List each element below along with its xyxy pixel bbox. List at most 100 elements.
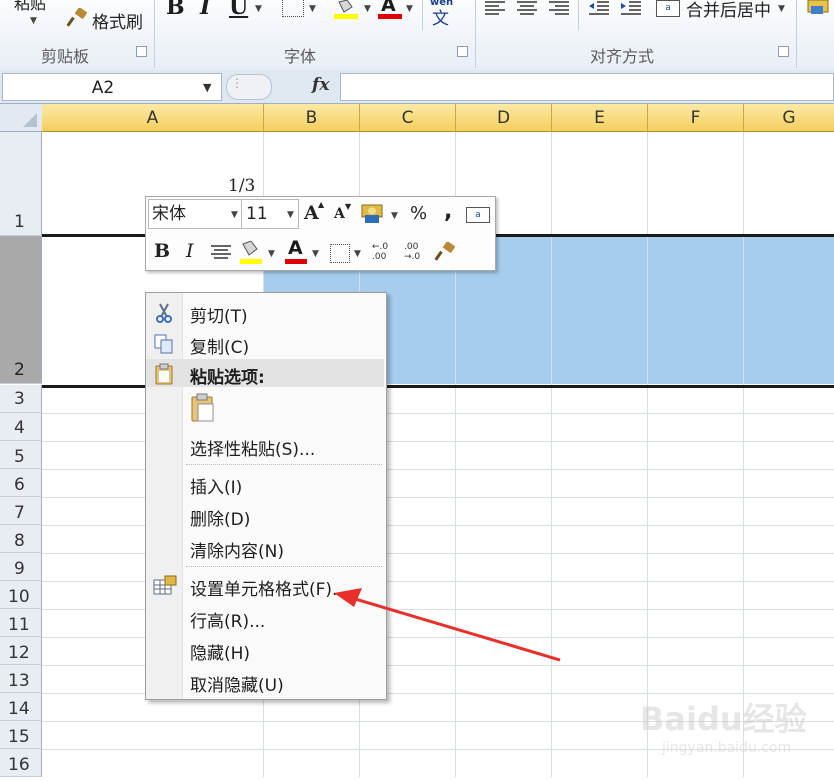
align-right-icon[interactable] — [548, 0, 570, 16]
dialog-launcher-icon[interactable] — [457, 46, 468, 57]
border-button[interactable] — [282, 0, 304, 17]
row-header-11[interactable]: 11 — [0, 609, 42, 637]
format-painter-label: 格式刷 — [92, 13, 143, 33]
dialog-launcher-icon[interactable] — [136, 46, 147, 57]
increase-indent-icon[interactable] — [620, 0, 642, 16]
increase-decimal-icon[interactable]: ←.0.00 — [372, 242, 388, 262]
italic-button[interactable]: I — [186, 240, 194, 262]
accounting-format-icon[interactable] — [361, 202, 387, 224]
column-header-g[interactable]: G — [744, 104, 834, 132]
chevron-down-icon[interactable]: ▼ — [391, 211, 398, 221]
menu-item-format-cells[interactable]: 设置单元格格式(F)... — [146, 571, 384, 601]
chevron-down-icon[interactable]: ▼ — [268, 249, 275, 259]
menu-item-hide-label: 隐藏(H) — [190, 644, 251, 664]
align-center-icon[interactable] — [516, 0, 538, 16]
menu-item-delete-label: 删除(D) — [190, 510, 251, 530]
border-button[interactable] — [330, 244, 350, 263]
select-all-button[interactable] — [0, 104, 43, 132]
watermark-logo: Baidu经验 — [640, 700, 807, 738]
italic-button[interactable]: I — [200, 0, 210, 20]
chevron-down-icon[interactable]: ▼ — [255, 4, 262, 14]
name-box[interactable]: A2 ▼ — [2, 73, 222, 101]
group-divider — [475, 0, 476, 68]
column-header-f[interactable]: F — [648, 104, 744, 132]
column-header-b[interactable]: B — [264, 104, 360, 132]
row-header-1[interactable]: 1 — [0, 132, 42, 236]
underline-button[interactable]: U — [229, 0, 248, 20]
bold-button[interactable]: B — [154, 240, 170, 262]
chevron-down-icon: ▼ — [231, 210, 238, 220]
group-divider — [422, 0, 423, 30]
format-painter-icon[interactable] — [434, 242, 456, 262]
row-header-15[interactable]: 15 — [0, 721, 42, 749]
column-header-c[interactable]: C — [360, 104, 456, 132]
insert-function-button[interactable]: fx — [312, 75, 329, 95]
menu-item-delete[interactable]: 删除(D) — [146, 501, 384, 531]
menu-item-cut[interactable]: 剪切(T) — [146, 297, 384, 327]
row-header-14[interactable]: 14 — [0, 693, 42, 721]
chevron-down-icon: ▼ — [30, 16, 37, 26]
row-header-6[interactable]: 6 — [0, 469, 42, 497]
font-color-glyph[interactable]: A — [288, 237, 303, 259]
select-all-triangle-icon — [23, 113, 37, 127]
row-header-4[interactable]: 4 — [0, 413, 42, 441]
percent-style-button[interactable]: % — [410, 203, 427, 224]
menu-item-paste-special[interactable]: 选择性粘贴(S)... — [146, 431, 384, 461]
clipboard-icon — [191, 393, 214, 422]
font-color-button[interactable]: A — [378, 0, 402, 20]
row-header-8[interactable]: 8 — [0, 525, 42, 553]
align-left-icon[interactable] — [484, 0, 506, 16]
decrease-decimal-icon[interactable]: .00 →.0 — [404, 242, 420, 262]
font-name-select[interactable]: 宋体 ▼ — [148, 199, 242, 229]
paste-label: 粘贴 — [14, 0, 47, 13]
formula-bar-splitter[interactable]: ⋮ — [226, 74, 272, 100]
menu-item-hide[interactable]: 隐藏(H) — [146, 635, 384, 665]
menu-item-unhide[interactable]: 取消隐藏(U) — [146, 667, 384, 697]
column-header-a[interactable]: A — [42, 104, 264, 132]
font-size-select[interactable]: 11 ▼ — [241, 199, 299, 229]
font-size-value: 11 — [246, 204, 268, 224]
merge-center-icon[interactable]: a — [466, 207, 490, 223]
row-header-7[interactable]: 7 — [0, 497, 42, 525]
menu-item-copy[interactable]: 复制(C) — [146, 328, 384, 358]
row-header-5[interactable]: 5 — [0, 441, 42, 469]
menu-item-clear-contents[interactable]: 清除内容(N) — [146, 533, 384, 563]
merge-center-button[interactable]: a 合并后居中 ▼ — [656, 0, 792, 22]
row-header-2[interactable]: 2 — [0, 236, 42, 384]
chevron-down-icon[interactable]: ▼ — [203, 81, 211, 94]
grow-font-button[interactable]: A — [304, 202, 319, 224]
number-format-icon[interactable] — [806, 0, 830, 16]
chevron-down-icon[interactable]: ▼ — [309, 4, 316, 14]
row-header-16[interactable]: 16 — [0, 749, 42, 777]
paste-button[interactable] — [188, 391, 220, 423]
dialog-launcher-icon[interactable] — [778, 46, 789, 57]
menu-item-insert[interactable]: 插入(I) — [146, 469, 384, 499]
menu-item-unhide-label: 取消隐藏(U) — [190, 676, 284, 696]
paste-button[interactable]: 粘贴 ▼ — [14, 0, 54, 28]
column-header-e[interactable]: E — [552, 104, 648, 132]
bold-button[interactable]: B — [166, 0, 185, 20]
comma-style-button[interactable]: , — [444, 199, 452, 224]
menu-item-row-height[interactable]: 行高(R)... — [146, 603, 384, 633]
chevron-down-icon[interactable]: ▼ — [406, 4, 413, 14]
row-header-3[interactable]: 3 — [0, 385, 42, 413]
menu-item-row-height-label: 行高(R)... — [190, 612, 266, 632]
align-center-icon[interactable] — [210, 244, 232, 262]
format-painter-button[interactable]: 格式刷 — [66, 6, 150, 33]
shrink-font-button[interactable]: A — [334, 206, 345, 222]
row-header-12[interactable]: 12 — [0, 637, 42, 665]
decrease-indent-icon[interactable] — [588, 0, 610, 16]
format-painter-icon — [66, 8, 87, 27]
row-header-10[interactable]: 10 — [0, 581, 42, 609]
paint-bucket-icon[interactable] — [240, 241, 262, 257]
column-header-d[interactable]: D — [456, 104, 552, 132]
row-header-9[interactable]: 9 — [0, 553, 42, 581]
formula-input[interactable] — [340, 73, 834, 101]
menu-item-copy-label: 复制(C) — [190, 338, 250, 358]
chevron-down-icon: ▼ — [778, 4, 785, 14]
chevron-down-icon[interactable]: ▼ — [354, 249, 361, 259]
fill-color-button[interactable] — [334, 0, 360, 20]
chevron-down-icon[interactable]: ▼ — [312, 249, 319, 259]
chevron-down-icon[interactable]: ▼ — [364, 4, 371, 14]
row-header-13[interactable]: 13 — [0, 665, 42, 693]
